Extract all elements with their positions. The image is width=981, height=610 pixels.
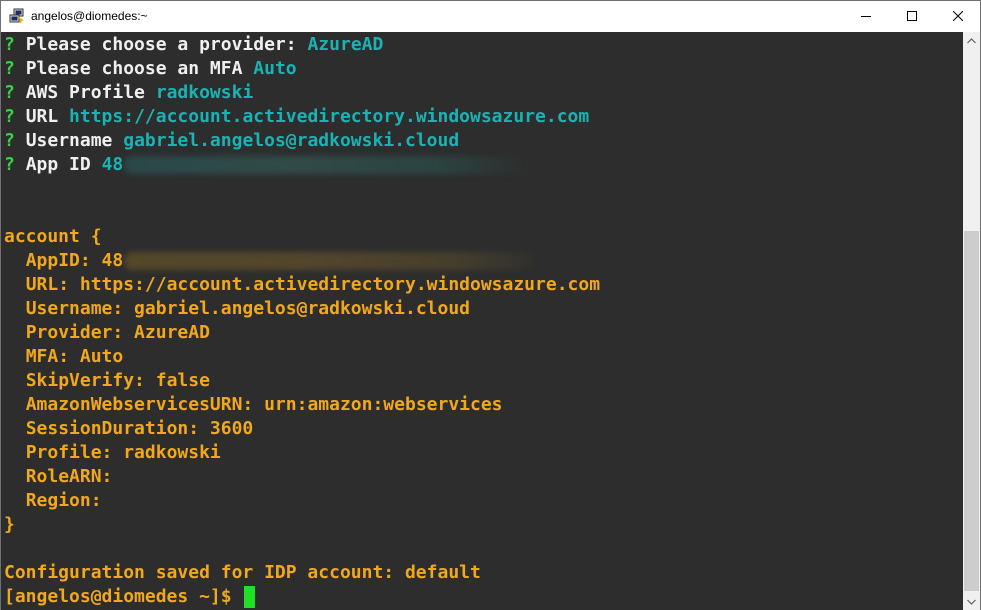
prompt-answer: 48 <box>101 154 124 175</box>
account-field-mfa: MFA: Auto <box>4 345 124 369</box>
prompt-label: URL <box>25 106 59 127</box>
account-field-skipverify: SkipVerify: false <box>4 369 210 393</box>
question-mark: ? <box>4 130 15 151</box>
account-field-username: Username: gabriel.angelos@radkowski.clou… <box>4 297 470 321</box>
prompt-label: Username <box>25 130 113 151</box>
account-field-text: AppID: 48 <box>25 250 124 271</box>
maximize-icon <box>907 11 917 21</box>
account-field-text: RoleARN: <box>25 466 113 487</box>
account-field-text: Region: <box>25 490 102 511</box>
terminal-window: angelos@diomedes:~ ? Please choose a pro… <box>0 0 981 610</box>
account-field-text: Provider: AzureAD <box>25 322 210 343</box>
prompt-answer: https://account.activedirectory.windowsa… <box>69 106 590 127</box>
prompt-line-mfa: ? Please choose an MFA Auto <box>4 57 297 81</box>
question-mark: ? <box>4 58 15 79</box>
minimize-button[interactable] <box>843 1 889 31</box>
window-title: angelos@diomedes:~ <box>31 9 148 23</box>
scroll-up-button[interactable] <box>963 32 980 49</box>
minimize-icon <box>861 16 871 17</box>
account-field-text: SessionDuration: 3600 <box>25 418 254 439</box>
question-mark: ? <box>4 82 15 103</box>
status-message: Configuration saved for IDP account: def… <box>4 562 481 583</box>
prompt-line-app-id: ? App ID 48 <box>4 153 535 177</box>
account-close: } <box>4 514 15 535</box>
question-mark: ? <box>4 106 15 127</box>
terminal-output[interactable]: ? Please choose a provider: AzureAD ? Pl… <box>1 32 963 610</box>
account-field-provider: Provider: AzureAD <box>4 321 210 345</box>
text-cursor <box>243 586 255 608</box>
redacted-app-id <box>124 252 535 270</box>
prompt-answer: radkowski <box>155 82 254 103</box>
chevron-up-icon <box>967 37 976 43</box>
account-open: account { <box>4 226 102 247</box>
prompt-label: Please choose a provider: <box>25 34 297 55</box>
putty-icon[interactable] <box>9 8 25 24</box>
prompt-answer: AzureAD <box>307 34 384 55</box>
account-field-appid: AppID: 48 <box>4 249 535 273</box>
close-icon <box>952 11 963 21</box>
prompt-line-username: ? Username gabriel.angelos@radkowski.clo… <box>4 129 459 153</box>
account-field-url: URL: https://account.activedirectory.win… <box>4 273 600 297</box>
account-field-region: Region: <box>4 489 102 513</box>
shell-prompt-line[interactable]: [angelos@diomedes ~]$ <box>4 585 255 609</box>
prompt-line-profile: ? AWS Profile radkowski <box>4 81 253 105</box>
account-field-text: URL: https://account.activedirectory.win… <box>25 274 601 295</box>
prompt-answer: Auto <box>253 58 297 79</box>
account-field-text: Profile: radkowski <box>25 442 221 463</box>
account-field-rolearn: RoleARN: <box>4 465 113 489</box>
account-field-text: MFA: Auto <box>25 346 124 367</box>
chevron-down-icon <box>967 599 976 605</box>
prompt-label: Please choose an MFA <box>25 58 243 79</box>
prompt-label: App ID <box>25 154 91 175</box>
prompt-line-url: ? URL https://account.activedirectory.wi… <box>4 105 589 129</box>
account-field-text: SkipVerify: false <box>25 370 210 391</box>
account-field-session-duration: SessionDuration: 3600 <box>4 417 254 441</box>
redacted-app-id <box>124 156 535 174</box>
prompt-line-provider: ? Please choose a provider: AzureAD <box>4 33 383 57</box>
shell-prompt: [angelos@diomedes ~]$ <box>4 586 232 607</box>
question-mark: ? <box>4 154 15 175</box>
prompt-answer: gabriel.angelos@radkowski.cloud <box>123 130 460 151</box>
scroll-down-button[interactable] <box>963 593 980 610</box>
scrollbar-thumb[interactable] <box>964 231 979 591</box>
maximize-button[interactable] <box>889 1 935 31</box>
account-field-text: AmazonWebservicesURN: urn:amazon:webserv… <box>25 394 503 415</box>
account-field-urn: AmazonWebservicesURN: urn:amazon:webserv… <box>4 393 503 417</box>
account-field-profile: Profile: radkowski <box>4 441 221 465</box>
prompt-label: AWS Profile <box>25 82 145 103</box>
vertical-scrollbar[interactable] <box>963 32 980 610</box>
title-bar[interactable]: angelos@diomedes:~ <box>1 1 980 31</box>
close-button[interactable] <box>935 1 980 31</box>
account-field-text: Username: gabriel.angelos@radkowski.clou… <box>25 298 471 319</box>
question-mark: ? <box>4 34 15 55</box>
